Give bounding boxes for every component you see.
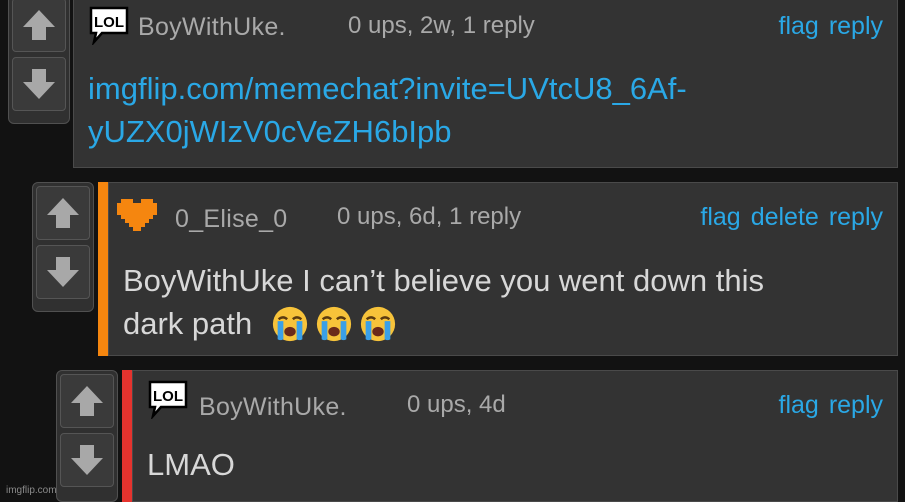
comment-actions: flag reply [769,391,884,420]
flag-link[interactable]: flag [779,12,819,40]
comment-actions: flag delete reply [690,203,883,232]
comment-meta: 0 ups, 6d, 1 reply [337,203,522,230]
watermark: imgflip.com [6,485,57,496]
comment-link[interactable]: imgflip.com/memechat?invite=UVtcU8_6Af- … [88,69,687,152]
vote-box [8,0,70,124]
comment-text: LMAO [147,447,235,482]
comment-line: dark path [123,306,253,341]
reply-link[interactable]: reply [829,203,883,231]
reply-link[interactable]: reply [829,12,883,40]
vote-box [56,370,118,502]
comment-accent-bar [122,370,132,502]
arrow-down-icon [45,254,81,290]
vote-box [32,182,94,312]
comment-line-with-emoji: dark path [123,304,764,347]
username[interactable]: BoyWithUke. [138,13,286,42]
comment-text: BoyWithUke I can’t believe you went down… [123,261,764,347]
lol-speech-bubble-icon: LOL [147,379,189,424]
flag-link[interactable]: flag [779,391,819,419]
upvote-button[interactable] [12,0,66,52]
downvote-button[interactable] [36,245,90,299]
comment-body: 0_Elise_0 0 ups, 6d, 1 reply flag delete r… [108,182,898,356]
comment-body: LOL BoyWithUke. 0 ups, 4d flag reply LMAO [132,370,898,502]
svg-text:LOL: LOL [94,14,124,31]
delete-link[interactable]: delete [751,203,819,231]
loudly-crying-face-emoji [315,305,353,343]
comment-body: LOL BoyWithUke. 0 ups, 2w, 1 reply flag r… [73,0,898,168]
downvote-button[interactable] [60,433,114,487]
arrow-up-icon [69,383,105,419]
comment-meta: 0 ups, 2w, 1 reply [348,12,535,39]
comment-meta: 0 ups, 4d [407,391,506,418]
downvote-button[interactable] [12,57,66,111]
comment-line: BoyWithUke I can’t believe you went down… [123,263,764,298]
comment-accent-bar [98,182,108,356]
loudly-crying-face-emoji [359,305,397,343]
loudly-crying-face-emoji [271,305,309,343]
arrow-down-icon [69,442,105,478]
comment-1: LOL BoyWithUke. 0 ups, 2w, 1 reply flag r… [8,0,898,168]
flag-link[interactable]: flag [700,203,740,231]
reply-link[interactable]: reply [829,391,883,419]
emoji-row [271,305,403,347]
arrow-up-icon [45,195,81,231]
username[interactable]: BoyWithUke. [199,393,347,422]
comment-line[interactable]: imgflip.com/memechat?invite=UVtcU8_6Af- [88,69,687,109]
arrow-up-icon [21,7,57,43]
comment-line[interactable]: yUZX0jWIzV0cVeZH6bIpb [88,112,687,152]
upvote-button[interactable] [60,374,114,428]
username[interactable]: 0_Elise_0 [175,205,288,234]
upvote-button[interactable] [36,186,90,240]
comment-actions: flag reply [769,12,884,41]
arrow-down-icon [21,66,57,102]
comment-2: 0_Elise_0 0 ups, 6d, 1 reply flag delete r… [32,180,898,356]
pixel-heart-icon [117,195,157,240]
svg-text:LOL: LOL [153,388,183,405]
lol-speech-bubble-icon: LOL [88,5,130,50]
comment-3: LOL BoyWithUke. 0 ups, 4d flag reply LMAO [56,368,898,502]
